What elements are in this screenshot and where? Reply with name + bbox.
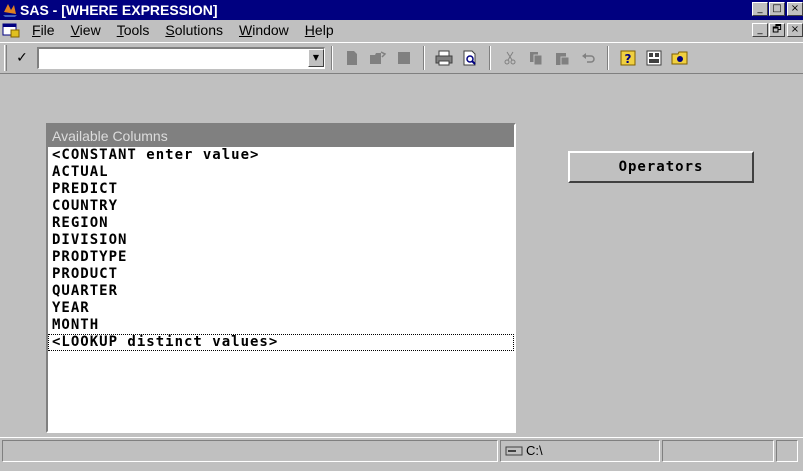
doc-restore-button[interactable]: 🗗 (769, 23, 785, 37)
save-icon[interactable] (393, 47, 415, 69)
column-item[interactable]: PREDICT (48, 181, 514, 198)
toolbar-separator (423, 46, 425, 70)
menu-file[interactable]: File (24, 22, 63, 38)
menu-view[interactable]: View (63, 22, 109, 38)
column-item[interactable]: QUARTER (48, 283, 514, 300)
menu-solutions[interactable]: Solutions (157, 22, 231, 38)
close-button[interactable]: × (787, 2, 803, 16)
drive-icon (505, 446, 523, 455)
toolbar: ✓ ▼ ? (0, 42, 803, 74)
available-columns-list[interactable]: Available Columns <CONSTANT enter value>… (46, 123, 516, 433)
resize-grip[interactable] (776, 439, 798, 462)
new-icon[interactable] (341, 47, 363, 69)
column-item[interactable]: MONTH (48, 317, 514, 334)
doc-minimize-button[interactable]: _ (752, 23, 768, 37)
toolbar-grip[interactable] (4, 45, 7, 71)
menu-bar: File View Tools Solutions Window Help _ … (0, 20, 803, 40)
copy-icon[interactable] (525, 47, 547, 69)
sas-logo-icon (3, 4, 17, 17)
column-item[interactable]: DIVISION (48, 232, 514, 249)
document-window-icon[interactable] (2, 22, 20, 38)
print-icon[interactable] (433, 47, 455, 69)
column-item[interactable]: COUNTRY (48, 198, 514, 215)
window-title: SAS - [WHERE EXPRESSION] (20, 2, 218, 18)
command-dropdown-button[interactable]: ▼ (308, 49, 324, 67)
column-item[interactable]: <CONSTANT enter value> (48, 147, 514, 164)
menu-help[interactable]: Help (297, 22, 342, 38)
window-controls: _ □ × (751, 2, 803, 16)
command-input[interactable]: ▼ (37, 47, 325, 69)
doc-close-button[interactable]: × (787, 23, 803, 37)
toolbar-separator (331, 46, 333, 70)
status-bar: C:\ (0, 437, 803, 463)
folder-icon[interactable] (669, 47, 691, 69)
operators-button[interactable]: Operators (568, 151, 754, 183)
svg-text:?: ? (625, 52, 632, 66)
available-columns-items: <CONSTANT enter value> ACTUAL PREDICT COUNT… (48, 147, 514, 351)
column-item[interactable]: REGION (48, 215, 514, 232)
column-item[interactable]: ACTUAL (48, 164, 514, 181)
submit-command-icon[interactable]: ✓ (13, 47, 31, 69)
column-item[interactable]: PRODUCT (48, 266, 514, 283)
menu-window[interactable]: Window (231, 22, 297, 38)
explorer-icon[interactable] (643, 47, 665, 69)
status-pane-3 (662, 439, 774, 462)
title-bar: SAS - [WHERE EXPRESSION] _ □ × (0, 0, 803, 20)
menu-tools[interactable]: Tools (109, 22, 158, 38)
where-expression-window: Available Columns <CONSTANT enter value>… (0, 76, 803, 436)
maximize-button[interactable]: □ (769, 2, 785, 16)
status-path-pane: C:\ (500, 439, 660, 462)
column-item[interactable]: YEAR (48, 300, 514, 317)
column-item[interactable]: <LOOKUP distinct values> (48, 334, 514, 351)
toolbar-separator (489, 46, 491, 70)
minimize-button[interactable]: _ (752, 2, 768, 16)
open-icon[interactable] (367, 47, 389, 69)
help-icon[interactable]: ? (617, 47, 639, 69)
document-window-controls: _ 🗗 × (751, 23, 803, 37)
undo-icon[interactable] (577, 47, 599, 69)
available-columns-header: Available Columns (48, 125, 514, 147)
current-path: C:\ (526, 443, 543, 458)
column-item[interactable]: PRODTYPE (48, 249, 514, 266)
status-message-pane (2, 439, 498, 462)
print-preview-icon[interactable] (459, 47, 481, 69)
toolbar-separator (607, 46, 609, 70)
cut-icon[interactable] (499, 47, 521, 69)
paste-icon[interactable] (551, 47, 573, 69)
